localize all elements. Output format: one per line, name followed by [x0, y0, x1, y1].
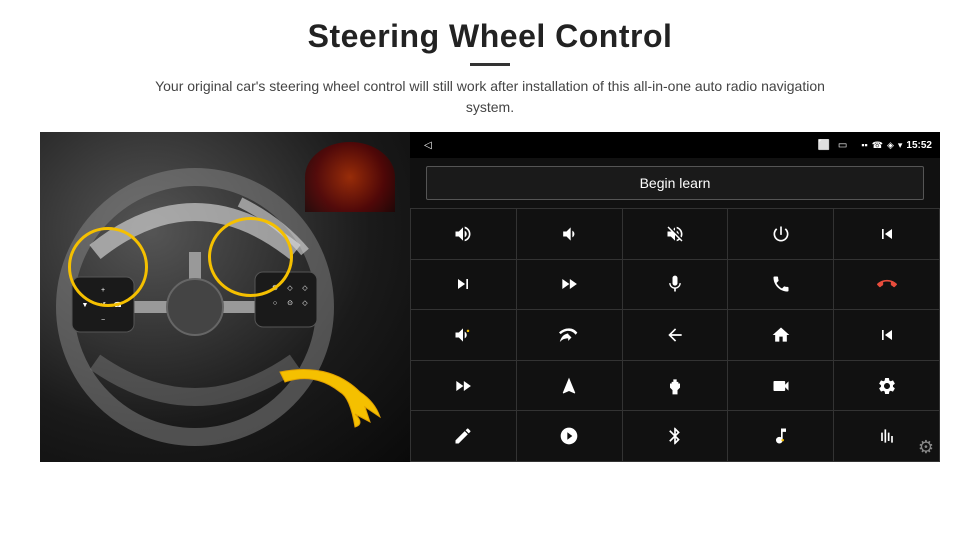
wifi-icon: ▾	[898, 140, 903, 151]
back-button[interactable]: ◁	[424, 140, 432, 151]
grid-cell-target[interactable]	[517, 411, 622, 461]
svg-text:◇: ◇	[302, 285, 308, 292]
clock: 15:52	[906, 140, 932, 151]
grid-cell-vol_up[interactable]	[411, 209, 516, 259]
svg-text:◇: ◇	[287, 285, 293, 292]
grid-cell-eq[interactable]	[623, 361, 728, 411]
android-panel: ◁ ⬜ ▭ ▪▪ ☎ ◈ ▾ 15:52 Begin learn	[410, 132, 940, 462]
grid-cell-nav[interactable]	[517, 361, 622, 411]
grid-cell-cam[interactable]	[728, 361, 833, 411]
grid-cell-mic[interactable]	[623, 260, 728, 310]
page-title: Steering Wheel Control	[308, 18, 673, 55]
grid-cell-edit[interactable]	[411, 411, 516, 461]
content-row: + ▼ ↺ − ☎ ⚙ ◇ ◇ ○ ⊙ ◇	[40, 132, 940, 462]
grid-cell-back[interactable]	[623, 310, 728, 360]
grid-cell-next[interactable]	[411, 260, 516, 310]
grid-cell-360[interactable]	[517, 310, 622, 360]
svg-text:⊙: ⊙	[287, 300, 293, 307]
grid-cell-prev[interactable]	[834, 209, 939, 259]
photo-panel: + ▼ ↺ − ☎ ⚙ ◇ ◇ ○ ⊙ ◇	[40, 132, 410, 462]
grid-cell-settings2[interactable]	[834, 361, 939, 411]
grid-cell-vol_down[interactable]	[517, 209, 622, 259]
highlight-circle-right	[208, 217, 293, 297]
signal-icon: ▪▪	[861, 140, 867, 150]
icon-grid	[410, 208, 940, 462]
status-icons: ▪▪ ☎ ◈ ▾ 15:52	[861, 140, 932, 151]
grid-cell-music[interactable]	[728, 411, 833, 461]
begin-learn-button[interactable]: Begin learn	[426, 166, 924, 200]
grid-cell-phone[interactable]	[728, 260, 833, 310]
phone-status-icon: ☎	[872, 140, 883, 151]
grid-cell-home[interactable]	[728, 310, 833, 360]
grid-cell-mute[interactable]	[623, 209, 728, 259]
grid-cell-ff[interactable]	[517, 260, 622, 310]
page-wrapper: Steering Wheel Control Your original car…	[0, 0, 980, 544]
grid-cell-prev2[interactable]	[834, 310, 939, 360]
arrow-svg	[270, 342, 390, 432]
begin-learn-row: Begin learn	[410, 158, 940, 208]
svg-text:◇: ◇	[302, 300, 308, 307]
square-icon[interactable]: ▭	[838, 140, 847, 151]
window-icon[interactable]: ⬜	[817, 140, 829, 151]
highlight-circle-left	[68, 227, 148, 307]
svg-text:▼: ▼	[82, 302, 89, 309]
svg-text:−: −	[101, 317, 105, 324]
status-bar: ◁ ⬜ ▭ ▪▪ ☎ ◈ ▾ 15:52	[410, 132, 940, 158]
grid-cell-power[interactable]	[728, 209, 833, 259]
nav-icons: ⬜ ▭	[817, 140, 847, 151]
grid-cell-hangup[interactable]	[834, 260, 939, 310]
title-divider	[470, 63, 510, 66]
settings-button[interactable]: ⚙	[918, 437, 934, 458]
page-subtitle: Your original car's steering wheel contr…	[130, 76, 850, 118]
grid-cell-horn[interactable]	[411, 310, 516, 360]
steering-wheel-bg: + ▼ ↺ − ☎ ⚙ ◇ ◇ ○ ⊙ ◇	[40, 132, 410, 462]
grid-cell-bt[interactable]	[623, 411, 728, 461]
location-icon: ◈	[887, 140, 894, 151]
grid-cell-ff2[interactable]	[411, 361, 516, 411]
svg-text:○: ○	[273, 300, 277, 307]
